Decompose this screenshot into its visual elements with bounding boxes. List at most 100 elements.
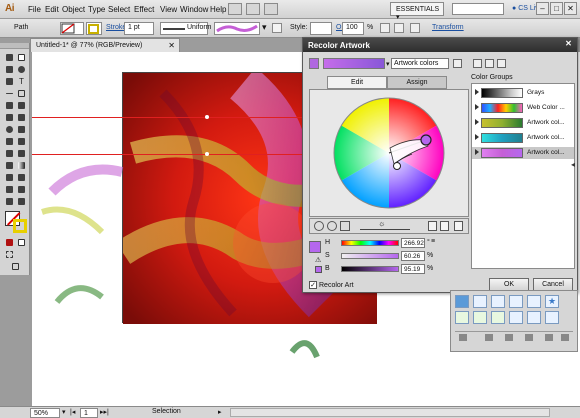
recolor-art-option[interactable]: ✓ Recolor Art — [309, 281, 354, 289]
eyedropper-tool-icon[interactable] — [4, 172, 15, 183]
help-search-input[interactable] — [452, 3, 504, 15]
color-group-name-field[interactable]: Artwork colors — [391, 58, 449, 69]
symbol-item[interactable] — [527, 295, 541, 308]
add-color-tool-icon[interactable] — [428, 221, 437, 231]
saturation-slider[interactable] — [341, 253, 399, 259]
graphic-style-icon[interactable] — [272, 23, 282, 33]
tab-edit[interactable]: Edit — [327, 76, 387, 89]
type-tool-icon[interactable]: T — [16, 76, 27, 87]
blend-tool-icon[interactable] — [16, 172, 27, 183]
symbol-options-icon[interactable] — [525, 334, 533, 341]
minimize-button[interactable]: – — [536, 2, 549, 15]
slice-tool-icon[interactable] — [16, 196, 27, 207]
brightness-field[interactable]: 95.19 — [401, 264, 425, 274]
next-artboard-icon[interactable]: ▸▸| — [100, 408, 109, 416]
close-dialog-icon[interactable]: ✕ — [564, 40, 573, 49]
sliders-menu-icon[interactable]: ≡ — [431, 238, 435, 245]
dialog-title-bar[interactable]: Recolor Artwork ✕ — [303, 38, 577, 52]
arrange-documents-icon[interactable] — [246, 3, 260, 15]
maximize-button[interactable]: □ — [550, 2, 563, 15]
free-transform-tool-icon[interactable] — [16, 136, 27, 147]
link-harmony-colors-icon[interactable] — [454, 221, 463, 231]
screen-mode-icon[interactable] — [10, 261, 21, 272]
new-color-group-icon[interactable] — [473, 59, 482, 68]
menu-view[interactable]: View — [160, 5, 177, 14]
list-item[interactable]: Artwork col... — [472, 147, 574, 159]
artboard-tool-icon[interactable] — [4, 196, 15, 207]
anchor-point[interactable] — [205, 115, 209, 119]
list-item[interactable]: Artwork col... — [472, 117, 574, 129]
delete-color-group-icon[interactable] — [497, 59, 506, 68]
menu-edit[interactable]: Edit — [45, 5, 59, 14]
tab-assign[interactable]: Assign — [387, 76, 447, 89]
dropdown-arrow-icon[interactable]: ▾ — [386, 60, 390, 68]
bridge-icon[interactable] — [228, 3, 242, 15]
brightness-slider[interactable] — [360, 229, 410, 230]
hue-slider[interactable] — [341, 240, 399, 246]
list-item[interactable]: Artwork col... — [472, 132, 574, 144]
symbol-item[interactable] — [509, 311, 523, 324]
lasso-tool-icon[interactable] — [16, 64, 27, 75]
expand-triangle-icon[interactable] — [475, 149, 479, 155]
screen-mode-icon[interactable] — [264, 3, 278, 15]
rectangle-tool-icon[interactable] — [16, 88, 27, 99]
width-tool-icon[interactable] — [4, 136, 15, 147]
list-item[interactable]: Grays — [472, 87, 574, 99]
symbol-item[interactable] — [473, 295, 487, 308]
close-window-button[interactable]: ✕ — [564, 2, 577, 15]
rotate-tool-icon[interactable] — [4, 124, 15, 135]
recolor-artwork-icon[interactable] — [394, 23, 404, 33]
brightness-slider[interactable] — [341, 266, 399, 272]
menu-effect[interactable]: Effect — [134, 5, 154, 14]
brush-definition-dropdown[interactable] — [214, 22, 260, 35]
expand-triangle-icon[interactable] — [475, 134, 479, 140]
color-groups-list[interactable]: Grays Web Color ... Artwork col... Artwo… — [471, 83, 575, 269]
scale-tool-icon[interactable] — [16, 124, 27, 135]
shape-builder-tool-icon[interactable] — [4, 148, 15, 159]
new-symbol-icon[interactable] — [545, 334, 553, 341]
workspace-switcher[interactable]: ESSENTIALS ▾ — [390, 2, 444, 21]
blob-brush-tool-icon[interactable] — [4, 112, 15, 123]
smooth-wheel-icon[interactable] — [314, 221, 324, 231]
symbol-item[interactable] — [527, 311, 541, 324]
fill-swatch-dropdown[interactable] — [60, 22, 84, 35]
star-symbol-icon[interactable]: ★ — [545, 295, 559, 308]
symbol-item[interactable] — [455, 311, 469, 324]
transform-icon[interactable] — [410, 23, 420, 33]
place-symbol-icon[interactable] — [485, 334, 493, 341]
horizontal-scrollbar[interactable] — [230, 408, 550, 417]
fill-stroke-swatches[interactable] — [5, 211, 27, 233]
gradient-tool-icon[interactable] — [16, 160, 27, 171]
save-changes-icon[interactable] — [453, 59, 462, 68]
menu-file[interactable]: File — [28, 5, 41, 14]
page-field[interactable]: 1 — [80, 408, 98, 418]
first-artboard-icon[interactable]: |◂ — [70, 408, 75, 416]
status-menu-icon[interactable]: ▸ — [218, 408, 222, 416]
stroke-weight-field[interactable]: 1 pt — [124, 22, 154, 35]
expand-triangle-icon[interactable] — [475, 119, 479, 125]
tools-panel-grip[interactable] — [0, 43, 29, 49]
symbol-item[interactable] — [545, 311, 559, 324]
remove-color-tool-icon[interactable] — [440, 221, 449, 231]
mesh-tool-icon[interactable] — [4, 160, 15, 171]
symbol-item[interactable] — [455, 295, 469, 308]
symbol-item[interactable] — [491, 311, 505, 324]
menu-type[interactable]: Type — [88, 5, 105, 14]
symbol-libraries-icon[interactable] — [459, 334, 467, 341]
graphic-style-swatch[interactable] — [310, 22, 332, 35]
delete-symbol-icon[interactable] — [561, 334, 569, 341]
eraser-tool-icon[interactable] — [16, 112, 27, 123]
none-mode-icon[interactable] — [16, 237, 27, 248]
segmented-wheel-icon[interactable] — [327, 221, 337, 231]
get-colors-button[interactable] — [309, 58, 319, 69]
color-wheel-area[interactable] — [309, 89, 469, 217]
line-tool-icon[interactable] — [4, 88, 15, 99]
symbol-sprayer-tool-icon[interactable] — [4, 184, 15, 195]
align-icon[interactable] — [380, 23, 390, 33]
paintbrush-tool-icon[interactable] — [4, 100, 15, 111]
dropdown-arrow-icon[interactable]: ▾ — [262, 22, 267, 33]
pencil-tool-icon[interactable] — [16, 100, 27, 111]
column-graph-tool-icon[interactable] — [16, 184, 27, 195]
recolor-art-checkbox[interactable]: ✓ — [309, 281, 317, 289]
anchor-point[interactable] — [205, 152, 209, 156]
